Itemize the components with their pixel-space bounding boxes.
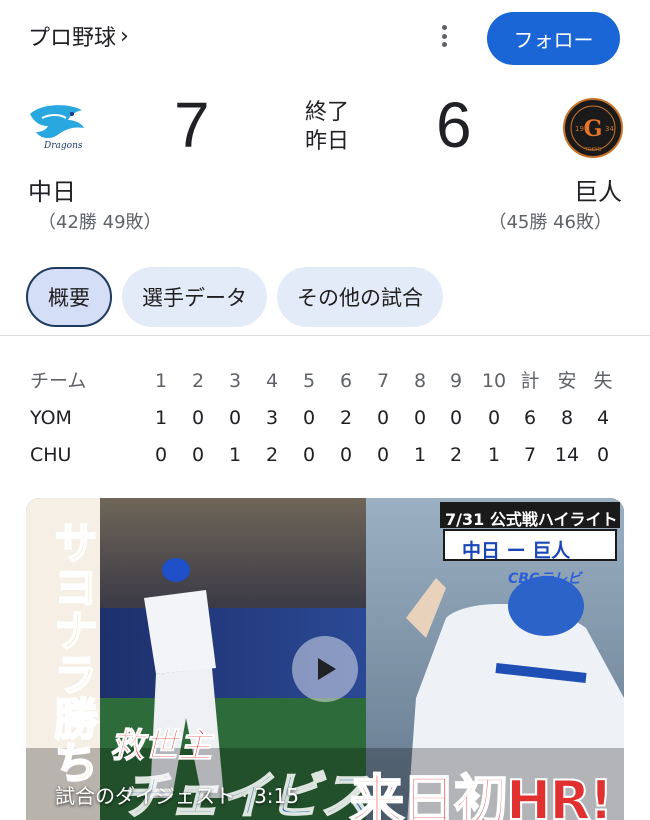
- header-inning-9: 9: [449, 370, 463, 392]
- svg-text:TOKYO: TOKYO: [584, 147, 602, 153]
- cell: 0: [413, 407, 427, 429]
- cell: 0: [191, 407, 205, 429]
- breadcrumb[interactable]: プロ野球 ›: [28, 20, 129, 52]
- thumb-date: 7/31 公式戦ハイライト: [445, 510, 618, 529]
- header-inning-10: 10: [481, 370, 507, 392]
- row-team: YOM: [30, 407, 72, 429]
- cell: 0: [339, 444, 353, 466]
- status-date: 昨日: [304, 129, 349, 154]
- dragons-logo[interactable]: Dragons: [26, 96, 88, 158]
- away-team-name[interactable]: 巨人: [574, 172, 622, 207]
- cell-runs: 6: [523, 407, 537, 429]
- svg-text:19: 19: [575, 125, 584, 133]
- cell: 1: [154, 407, 168, 429]
- cell: 0: [154, 444, 168, 466]
- video-caption: 試合のダイジェスト · 3:15: [55, 784, 299, 808]
- cell: 3: [265, 407, 279, 429]
- cell-errors: 4: [596, 407, 610, 429]
- header-inning-2: 2: [191, 370, 205, 392]
- more-options-icon[interactable]: [432, 22, 456, 50]
- cell: 0: [487, 407, 501, 429]
- header-inning-7: 7: [376, 370, 390, 392]
- svg-text:34: 34: [605, 125, 614, 133]
- tab-bar: 概要 選手データ その他の試合: [26, 267, 443, 327]
- cell: 0: [376, 407, 390, 429]
- away-team-record: （45勝 46敗）: [488, 212, 612, 233]
- header-inning-5: 5: [302, 370, 316, 392]
- header-errors: 失: [593, 370, 613, 392]
- cell: 0: [228, 407, 242, 429]
- cell-errors: 0: [596, 444, 610, 466]
- cell: 0: [449, 407, 463, 429]
- thumb-teams: 中日 ー 巨人: [462, 540, 571, 562]
- row-team: CHU: [30, 444, 72, 466]
- tab-overview[interactable]: 概要: [26, 267, 112, 327]
- cell: 2: [449, 444, 463, 466]
- cell-hits: 14: [554, 444, 580, 466]
- cell: 0: [302, 444, 316, 466]
- thumb-network: CBCテレビ: [508, 571, 582, 587]
- header-team: チーム: [30, 370, 87, 392]
- linescore-table: チーム 1 2 3 4 5 6 7 8 9 10 計 安 失 YOM 1 0 0…: [30, 366, 620, 477]
- thumb-headline-2: 来日初HR!: [349, 768, 614, 820]
- status-final: 終了: [304, 100, 349, 125]
- cell: 0: [376, 444, 390, 466]
- home-team-record: （42勝 49敗）: [38, 212, 162, 233]
- header-inning-6: 6: [339, 370, 353, 392]
- giants-logo[interactable]: G 19 34 TOKYO: [562, 97, 624, 159]
- header-hits: 安: [557, 370, 577, 392]
- follow-button[interactable]: フォロー: [487, 12, 620, 65]
- away-score: 6: [436, 89, 472, 161]
- header-inning-4: 4: [265, 370, 279, 392]
- linescore-row-chu: CHU 0 0 1 2 0 0 0 1 2 1 7 14 0: [30, 440, 620, 477]
- tab-player-data[interactable]: 選手データ: [122, 267, 267, 327]
- header-inning-3: 3: [228, 370, 242, 392]
- header-inning-8: 8: [413, 370, 427, 392]
- tab-other-games[interactable]: その他の試合: [277, 267, 443, 327]
- home-score: 7: [174, 89, 210, 161]
- svg-text:G: G: [584, 116, 603, 142]
- top-bar: プロ野球 › フォロー: [0, 0, 650, 70]
- header-inning-1: 1: [154, 370, 168, 392]
- cell: 1: [487, 444, 501, 466]
- linescore-row-yom: YOM 1 0 0 3 0 2 0 0 0 0 6 8 4: [30, 403, 620, 440]
- game-status: 終了 昨日: [302, 98, 352, 156]
- cell: 1: [413, 444, 427, 466]
- cell: 0: [191, 444, 205, 466]
- cell: 2: [339, 407, 353, 429]
- thumb-side-text: サヨナラ勝ち: [45, 519, 98, 785]
- divider: [0, 335, 650, 336]
- svg-text:Dragons: Dragons: [43, 141, 83, 151]
- play-icon[interactable]: [292, 636, 358, 702]
- breadcrumb-label: プロ野球: [28, 26, 117, 51]
- home-team-name[interactable]: 中日: [28, 172, 76, 207]
- cell: 0: [302, 407, 316, 429]
- cell: 1: [228, 444, 242, 466]
- cell: 2: [265, 444, 279, 466]
- cell-runs: 7: [523, 444, 537, 466]
- linescore-header-row: チーム 1 2 3 4 5 6 7 8 9 10 計 安 失: [30, 366, 620, 403]
- chevron-right-icon: ›: [120, 23, 129, 49]
- cell-hits: 8: [560, 407, 574, 429]
- header-runs: 計: [520, 370, 540, 392]
